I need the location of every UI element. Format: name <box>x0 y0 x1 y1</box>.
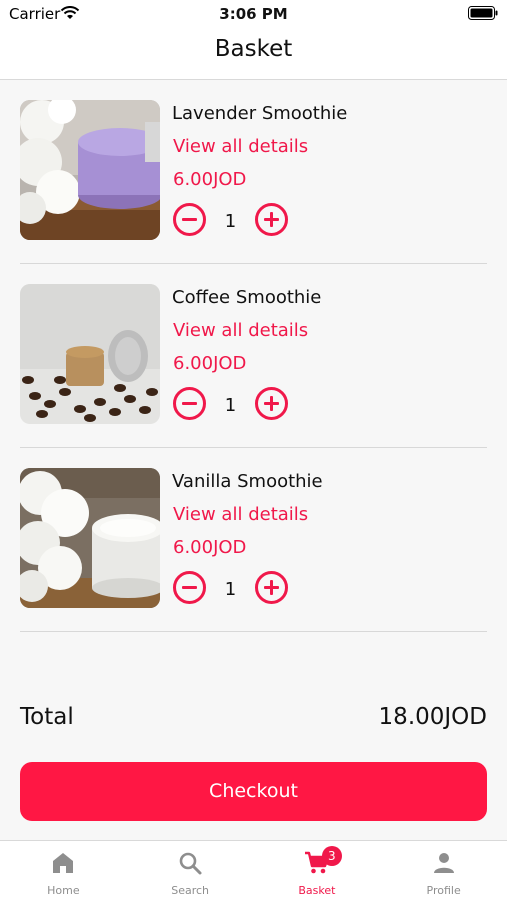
decrease-quantity-button[interactable] <box>173 387 206 420</box>
tab-basket[interactable]: 3 Basket <box>254 841 381 901</box>
tab-bar: Home Search 3 Basket Profile <box>0 840 507 901</box>
decrease-quantity-button[interactable] <box>173 203 206 236</box>
decrease-quantity-button[interactable] <box>173 571 206 604</box>
clock-label: 3:06 PM <box>219 5 288 23</box>
battery-icon <box>468 6 498 20</box>
quantity-value: 1 <box>224 211 237 232</box>
view-details-link[interactable]: View all details <box>173 504 308 525</box>
tab-label: Home <box>47 884 80 897</box>
increase-quantity-button[interactable] <box>255 387 288 420</box>
checkout-button[interactable]: Checkout <box>20 762 487 821</box>
tab-home[interactable]: Home <box>0 841 127 901</box>
person-icon <box>433 853 454 873</box>
tab-label: Basket <box>298 884 336 897</box>
item-name: Lavender Smoothie <box>172 103 348 124</box>
increase-quantity-button[interactable] <box>255 571 288 604</box>
increase-quantity-button[interactable] <box>255 203 288 236</box>
basket-item: Vanilla Smoothie View all details 6.00JO… <box>20 448 487 632</box>
tab-search[interactable]: Search <box>127 841 254 901</box>
basket-item: Coffee Smoothie View all details 6.00JOD… <box>20 264 487 448</box>
item-name: Vanilla Smoothie <box>172 471 323 492</box>
vanilla-jar-image <box>20 468 160 608</box>
quantity-value: 1 <box>224 395 237 416</box>
tab-label: Search <box>171 884 210 897</box>
view-details-link[interactable]: View all details <box>173 320 308 341</box>
basket-list: Lavender Smoothie View all details 6.00J… <box>20 80 487 632</box>
page-title: Basket <box>214 36 293 62</box>
search-icon <box>179 852 202 875</box>
tab-profile[interactable]: Profile <box>380 841 507 901</box>
nav-bar: Basket <box>0 28 507 80</box>
item-price: 6.00JOD <box>173 353 247 374</box>
view-details-link[interactable]: View all details <box>173 136 308 157</box>
basket-item: Lavender Smoothie View all details 6.00J… <box>20 80 487 264</box>
quantity-value: 1 <box>224 579 237 600</box>
item-price: 6.00JOD <box>173 169 247 190</box>
cart-count-badge: 3 <box>321 846 342 866</box>
coffee-jar-image <box>20 284 160 424</box>
home-icon <box>53 853 74 873</box>
total-value: 18.00JOD <box>378 704 487 730</box>
item-price: 6.00JOD <box>173 537 247 558</box>
item-name: Coffee Smoothie <box>172 287 322 308</box>
total-label: Total <box>20 704 74 730</box>
lavender-jar-image <box>20 100 160 240</box>
status-bar: Carrier 3:06 PM <box>0 0 507 28</box>
tab-label: Profile <box>426 884 461 897</box>
